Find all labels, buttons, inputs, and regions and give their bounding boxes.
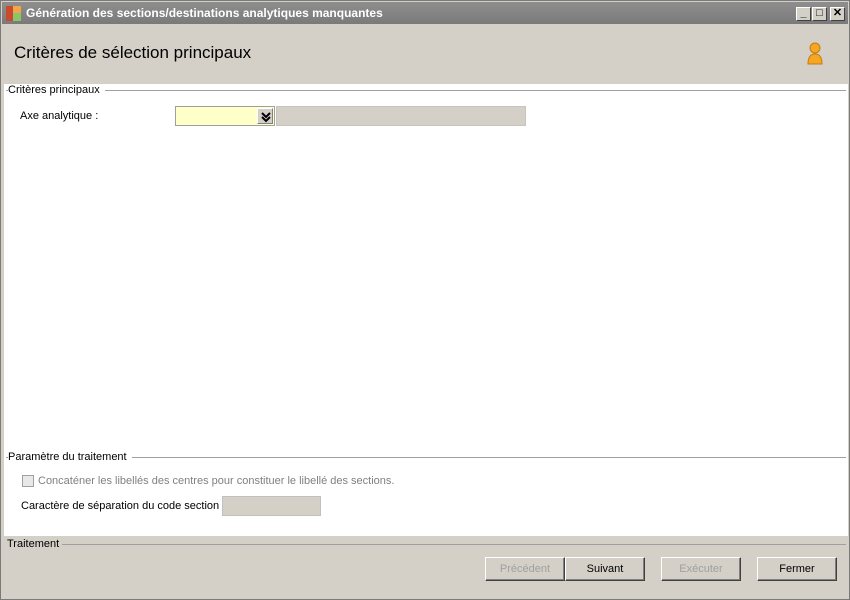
app-icon	[6, 6, 21, 21]
axe-analytique-dropdown-button[interactable]	[257, 108, 273, 124]
criteria-section-label: Critères principaux	[8, 84, 105, 96]
maximize-button[interactable]: □	[812, 7, 827, 21]
content-panel: Critères principaux Axe analytique : Par…	[4, 84, 848, 536]
separator-label: Caractère de séparation du code section …	[21, 500, 226, 512]
params-section-label: Paramètre du traitement	[8, 451, 132, 463]
axe-analytique-description	[276, 106, 526, 126]
minimize-button[interactable]: _	[796, 7, 811, 21]
next-button[interactable]: Suivant	[565, 557, 645, 581]
close-button[interactable]: Fermer	[757, 557, 837, 581]
separator-input[interactable]	[222, 496, 321, 516]
footer-label: Traitement	[7, 538, 63, 550]
window-title: Génération des sections/destinations ana…	[26, 6, 383, 20]
page-title: Critères de sélection principaux	[14, 43, 252, 62]
page-header: Critères de sélection principaux	[2, 24, 848, 84]
concat-checkbox-label: Concaténer les libellés des centres pour…	[38, 475, 395, 487]
params-section-divider	[6, 457, 846, 458]
main-window: Génération des sections/destinations ana…	[0, 0, 850, 600]
axe-analytique-label: Axe analytique :	[20, 110, 99, 122]
axe-analytique-combo[interactable]	[175, 106, 275, 126]
close-window-button[interactable]: ✕	[830, 7, 845, 21]
concat-checkbox[interactable]	[22, 475, 34, 487]
footer-divider	[62, 544, 846, 545]
footer-panel: Traitement Précédent Suivant Exécuter Fe…	[2, 536, 848, 598]
user-icon[interactable]	[806, 42, 824, 66]
title-bar[interactable]: Génération des sections/destinations ana…	[2, 2, 848, 24]
chevron-double-down-icon	[261, 112, 271, 123]
previous-button[interactable]: Précédent	[485, 557, 565, 581]
execute-button[interactable]: Exécuter	[661, 557, 741, 581]
criteria-section-divider	[6, 90, 846, 91]
